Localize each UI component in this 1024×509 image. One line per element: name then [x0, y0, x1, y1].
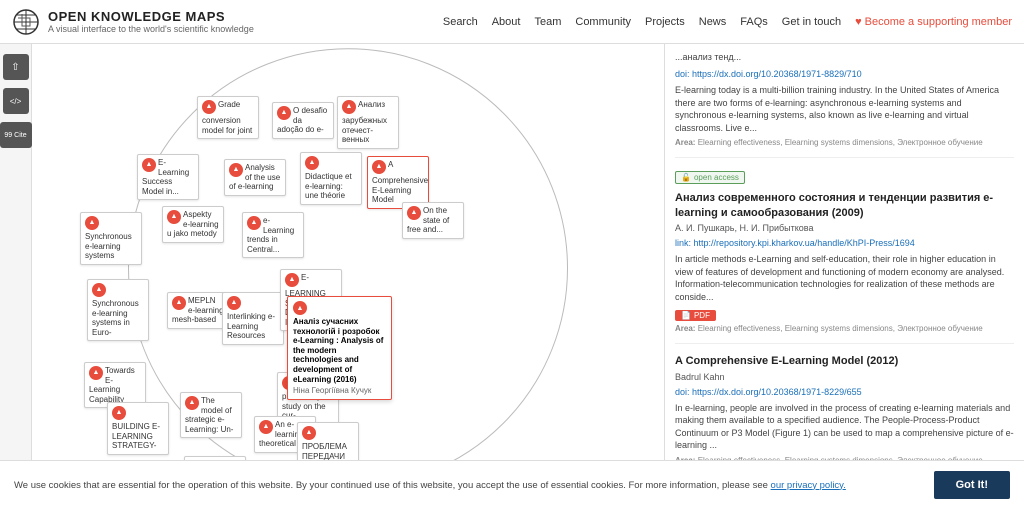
card-icon: ▲: [112, 406, 126, 420]
paper-card[interactable]: ▲ E-Learning Success Model in...: [137, 154, 199, 200]
paper-card[interactable]: ▲ O desafio da adoção do e-: [272, 102, 334, 139]
nav-support[interactable]: ♥ Become a supporting member: [855, 16, 1012, 28]
left-sidebar: ⇧ </> 99 Cite: [0, 44, 32, 509]
card-icon: ▲: [302, 426, 316, 440]
open-access-badge: 🔓 open access: [675, 171, 745, 184]
paper-card[interactable]: ▲ A Comprehensive E-Learning Model: [367, 156, 429, 209]
header: OPEN KNOWLEDGE MAPS A visual interface t…: [0, 0, 1024, 44]
nav-community[interactable]: Community: [575, 16, 631, 28]
paper-card[interactable]: ▲ Grade conversion model for joint: [197, 96, 259, 139]
privacy-policy-link[interactable]: our privacy policy.: [771, 480, 846, 491]
paper-card[interactable]: ▲ Synchronous e-learning systems in Euro…: [87, 279, 149, 341]
paper-card[interactable]: ▲ Analysis of the use of e-learning: [224, 159, 286, 196]
card-icon: ▲: [92, 283, 106, 297]
article-description: In e-learning, people are involved in th…: [675, 402, 1014, 452]
article-title: Анализ современного состояния и тенденци…: [675, 191, 1014, 220]
card-icon: ▲: [247, 216, 261, 230]
paper-card[interactable]: ▲ Анализ зарубежных отечест-венных: [337, 96, 399, 149]
pdf-badge[interactable]: 📄 PDF: [675, 310, 716, 321]
paper-card[interactable]: ▲ Synchronous e-learning systems: [80, 212, 142, 265]
logo-title: OPEN KNOWLEDGE MAPS: [48, 9, 254, 24]
paper-card[interactable]: ▲ The model of strategic e-Learning: Un-: [180, 392, 242, 438]
featured-paper-card[interactable]: ▲ Аналіз сучасних технологій і розробок …: [287, 296, 392, 400]
paper-card[interactable]: ▲ On the state of free and...: [402, 202, 464, 239]
article-author: А. И. Пушкарь, Н. И. Прибыткова: [675, 223, 1014, 233]
card-icon: ▲: [407, 206, 421, 220]
article-scroll-indicator: ...анализ тенд...: [675, 52, 1014, 62]
article-area: Area: Elearning effectiveness, Elearning…: [675, 138, 1014, 147]
paper-card[interactable]: ▲ Interlinking e-Learning Resources: [222, 292, 284, 345]
card-icon: ▲: [229, 163, 243, 177]
code-icon[interactable]: </>: [3, 88, 29, 114]
article-description: E-learning today is a multi-billion trai…: [675, 84, 1014, 134]
nav-projects[interactable]: Projects: [645, 16, 685, 28]
article-link[interactable]: link: http://repository.kpi.kharkov.ua/h…: [675, 238, 915, 248]
paper-card[interactable]: ▲ Didactique et e-learning: une théorie: [300, 152, 362, 205]
card-icon: ▲: [227, 296, 241, 310]
nav-news[interactable]: News: [699, 16, 727, 28]
card-icon: ▲: [185, 396, 199, 410]
article-url[interactable]: doi: https://dx.doi.org/10.20368/1971-88…: [675, 69, 862, 79]
article-entry: ...анализ тенд... doi: https://dx.doi.or…: [675, 52, 1014, 158]
got-it-button[interactable]: Got It!: [934, 471, 1010, 499]
logo-text: OPEN KNOWLEDGE MAPS A visual interface t…: [48, 9, 254, 34]
cookie-text-container: We use cookies that are essential for th…: [14, 480, 846, 491]
pdf-icon: 📄: [681, 311, 691, 320]
logo-subtitle: A visual interface to the world's scient…: [48, 24, 254, 34]
paper-card[interactable]: ▲ Aspekty e-learning u jako metody: [162, 206, 224, 243]
main: ⇧ </> 99 Cite ▲ Grade conversion model f…: [0, 44, 1024, 509]
nav-search[interactable]: Search: [443, 16, 478, 28]
card-icon: ▲: [277, 106, 291, 120]
nav-about[interactable]: About: [492, 16, 521, 28]
cookie-text: We use cookies that are essential for th…: [14, 480, 768, 491]
nav-contact[interactable]: Get in touch: [782, 16, 841, 28]
card-icon: ▲: [259, 420, 273, 434]
logo-area: OPEN KNOWLEDGE MAPS A visual interface t…: [12, 8, 254, 36]
open-access-icon: 🔓: [681, 173, 691, 182]
paper-card[interactable]: ▲ e-Learning trends in Central...: [242, 212, 304, 258]
paper-card[interactable]: ▲ BUILDING E-LEARNING STRATEGY-: [107, 402, 169, 455]
paper-card[interactable]: ▲ MEPLN e-learning mesh-based: [167, 292, 229, 329]
article-area: Area: Elearning effectiveness, Elearning…: [675, 324, 1014, 333]
card-icon: ▲: [167, 210, 181, 224]
support-label: Become a supporting member: [865, 16, 1012, 28]
cookie-banner: We use cookies that are essential for th…: [0, 460, 1024, 509]
card-icon: ▲: [202, 100, 216, 114]
article-title: A Comprehensive E-Learning Model (2012): [675, 354, 1014, 368]
card-icon: ▲: [142, 158, 156, 172]
article-author: Badrul Kahn: [675, 372, 1014, 382]
nav: Search About Team Community Projects New…: [443, 16, 1012, 28]
share-icon[interactable]: ⇧: [3, 54, 29, 80]
heart-icon: ♥: [855, 16, 862, 28]
nav-faqs[interactable]: FAQs: [740, 16, 768, 28]
card-icon: ▲: [285, 273, 299, 287]
card-icon: ▲: [342, 100, 356, 114]
article-url[interactable]: doi: https://dx.doi.org/10.20368/1971-82…: [675, 387, 862, 397]
card-icon: ▲: [89, 366, 103, 380]
article-description: In article methods e-Learning and self-e…: [675, 253, 1014, 303]
card-icon: ▲: [85, 216, 99, 230]
right-panel: ...анализ тенд... doi: https://dx.doi.or…: [664, 44, 1024, 509]
nav-team[interactable]: Team: [534, 16, 561, 28]
card-icon: ▲: [305, 156, 319, 170]
article-entry: A Comprehensive E-Learning Model (2012) …: [675, 354, 1014, 475]
article-entry: 🔓 open access Анализ современного состоя…: [675, 168, 1014, 344]
card-icon: ▲: [172, 296, 186, 310]
cite-icon[interactable]: 99 Cite: [0, 122, 32, 148]
logo-icon: [12, 8, 40, 36]
card-icon: ▲: [372, 160, 386, 174]
map-area: ▲ Grade conversion model for joint ▲ O d…: [32, 44, 664, 509]
